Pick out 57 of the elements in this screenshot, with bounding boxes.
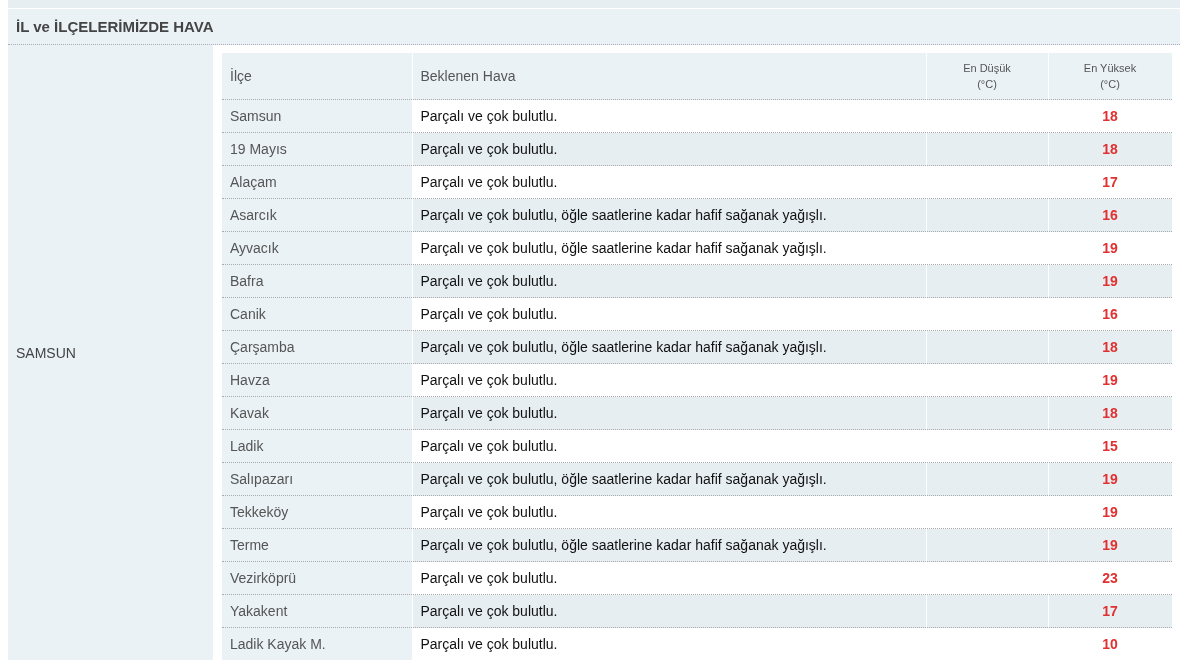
max-temp-cell: 19 [1048, 231, 1172, 265]
forecast-cell: Parçalı ve çok bulutlu, öğle saatlerine kadar hafif sağanak yağışlı. [412, 231, 926, 265]
forecast-cell: Parçalı ve çok bulutlu. [412, 495, 926, 529]
district-cell: Canik [222, 297, 412, 331]
forecast-cell: Parçalı ve çok bulutlu, öğle saatlerine kadar hafif sağanak yağışlı. [412, 462, 926, 496]
max-temp-cell: 16 [1048, 198, 1172, 232]
district-cell: Havza [222, 363, 412, 397]
max-temp-cell: 23 [1048, 561, 1172, 595]
district-cell: Yakakent [222, 594, 412, 628]
max-temp-cell: 17 [1048, 594, 1172, 628]
forecast-cell: Parçalı ve çok bulutlu, öğle saatlerine kadar hafif sağanak yağışlı. [412, 198, 926, 232]
province-name: SAMSUN [16, 345, 76, 361]
district-cell: Terme [222, 528, 412, 562]
max-temp-cell: 16 [1048, 297, 1172, 331]
forecast-cell: Parçalı ve çok bulutlu, öğle saatlerine kadar hafif sağanak yağışlı. [412, 528, 926, 562]
forecast-cell: Parçalı ve çok bulutlu. [412, 363, 926, 397]
district-cell: 19 Mayıs [222, 132, 412, 166]
district-cell: Samsun [222, 99, 412, 133]
district-cell: Alaçam [222, 165, 412, 199]
column-header: İlçe [222, 53, 412, 100]
max-temp-cell: 15 [1048, 429, 1172, 463]
max-temp-cell: 19 [1048, 363, 1172, 397]
max-temp-cell: 18 [1048, 396, 1172, 430]
district-cell: Vezirköprü [222, 561, 412, 595]
forecast-cell: Parçalı ve çok bulutlu. [412, 561, 926, 595]
district-cell: Tekkeköy [222, 495, 412, 529]
district-cell: Ayvacık [222, 231, 412, 265]
district-cell: Çarşamba [222, 330, 412, 364]
district-cell: Ladik Kayak M. [222, 627, 412, 660]
max-temp-cell: 19 [1048, 462, 1172, 496]
district-cell: Bafra [222, 264, 412, 298]
max-temp-cell: 18 [1048, 330, 1172, 364]
district-cell: Ladik [222, 429, 412, 463]
forecast-cell: Parçalı ve çok bulutlu. [412, 627, 926, 660]
max-temp-cell: 18 [1048, 99, 1172, 133]
max-temp-cell: 17 [1048, 165, 1172, 199]
forecast-cell: Parçalı ve çok bulutlu. [412, 429, 926, 463]
max-temp-cell: 10 [1048, 627, 1172, 660]
forecast-cell: Parçalı ve çok bulutlu, öğle saatlerine kadar hafif sağanak yağışlı. [412, 330, 926, 364]
section-title: İL ve İLÇELERİMİZDE HAVA [8, 9, 1180, 45]
forecast-cell: Parçalı ve çok bulutlu. [412, 264, 926, 298]
max-temp-cell: 19 [1048, 495, 1172, 529]
district-cell: Salıpazarı [222, 462, 412, 496]
forecast-cell: Parçalı ve çok bulutlu. [412, 396, 926, 430]
forecast-cell: Parçalı ve çok bulutlu. [412, 594, 926, 628]
max-temp-cell: 19 [1048, 528, 1172, 562]
district-cell: Asarcık [222, 198, 412, 232]
forecast-cell: Parçalı ve çok bulutlu. [412, 297, 926, 331]
max-temp-cell: 19 [1048, 264, 1172, 298]
forecast-cell: Parçalı ve çok bulutlu. [412, 132, 926, 166]
forecast-cell: Parçalı ve çok bulutlu. [412, 99, 926, 133]
column-header: En Yüksek (°C) [1048, 53, 1172, 100]
column-header: Beklenen Hava [412, 53, 926, 100]
district-cell: Kavak [222, 396, 412, 430]
max-temp-cell: 18 [1048, 132, 1172, 166]
forecast-cell: Parçalı ve çok bulutlu. [412, 165, 926, 199]
column-header: En Düşük (°C) [926, 53, 1048, 100]
